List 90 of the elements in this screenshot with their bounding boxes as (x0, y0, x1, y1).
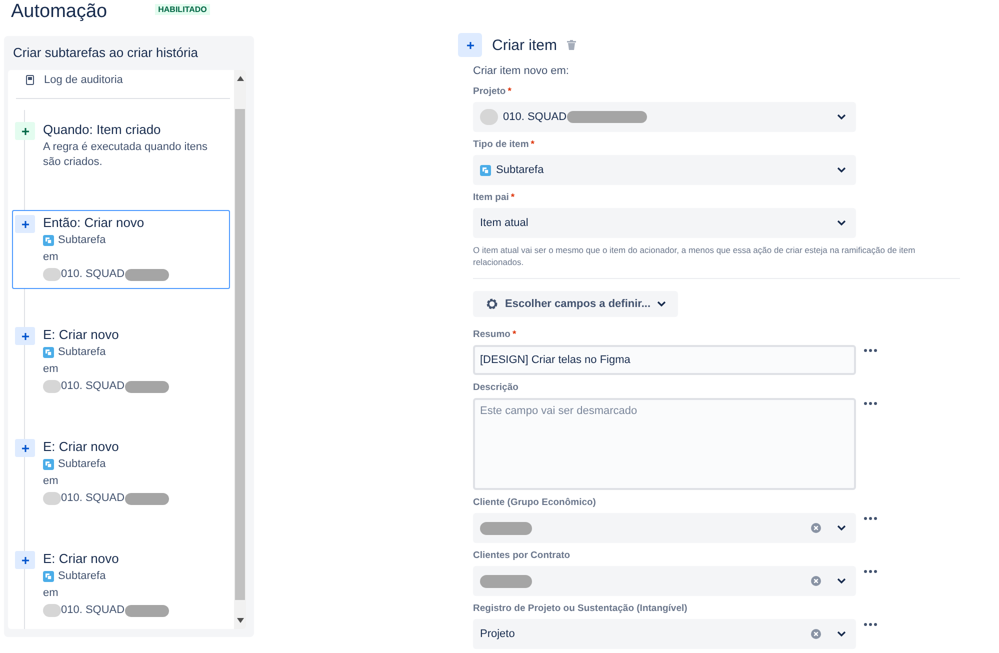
chevron-down-icon (837, 220, 846, 226)
field-label: Projeto * (473, 86, 512, 97)
field-label: Cliente (Grupo Econômico) (473, 497, 597, 508)
audit-log-link[interactable]: Log de auditoria (44, 74, 123, 86)
help-text: O item atual vai ser o mesmo que o item do acionador, a menos que essa ação de criar esteja na ramificação de item relacionados. (473, 244, 916, 268)
step-title: Quando: Item criado (43, 122, 162, 138)
project-name: 010. SQUAD (61, 267, 125, 282)
field-label: Registro de Projeto ou Sustentação (Intangível) (473, 603, 688, 614)
redaction-mark (124, 604, 169, 616)
step-title: E: Criar novo (43, 551, 120, 567)
step-preposition: em (43, 474, 60, 489)
redaction-mark (124, 380, 169, 392)
plus-icon (15, 327, 35, 345)
field-label: Descrição (473, 382, 520, 393)
field-label: Clientes por Contrato (473, 550, 572, 561)
select-value: Projeto (480, 628, 515, 640)
settings-icon (485, 297, 499, 311)
description-input[interactable]: Este campo vai ser desmarcado (473, 398, 856, 490)
subtask-icon (480, 164, 491, 176)
field-label: Resumo * (473, 329, 518, 340)
status-lozenge: HABILITADO (155, 4, 210, 15)
form-title: Criar item (492, 36, 558, 54)
form-subtitle: Criar item novo em: (473, 65, 570, 77)
issue-type: Subtarefa (58, 345, 106, 360)
clear-icon[interactable] (811, 629, 821, 639)
avatar-placeholder (480, 109, 498, 125)
summary-input[interactable]: [DESIGN] Criar telas no Figma (473, 345, 856, 375)
select-value: Subtarefa (496, 164, 544, 176)
chevron-down-icon (837, 525, 846, 531)
scroll-up-icon[interactable] (236, 76, 244, 81)
chevron-down-icon (656, 301, 666, 307)
rule-step[interactable]: E: Criar novo Subtarefa em 010. SQUAD (12, 434, 230, 513)
required-asterisk: * (512, 329, 516, 340)
issue-type: Subtarefa (58, 457, 106, 472)
clear-icon[interactable] (811, 523, 821, 533)
project-name: 010. SQUAD (61, 379, 125, 394)
step-preposition: em (43, 586, 60, 601)
chevron-down-icon (837, 114, 846, 120)
redaction-mark (124, 492, 169, 504)
plus-icon (15, 551, 35, 569)
project-select[interactable]: 010. SQUAD (473, 102, 856, 132)
parent-select[interactable]: Item atual (473, 208, 856, 238)
clear-icon[interactable] (811, 576, 821, 586)
issue-type: Subtarefa (58, 569, 106, 584)
select-value: 010. SQUAD (503, 111, 567, 123)
rule-step[interactable]: Quando: Item criado A regra é executada quando itens são criados. (12, 117, 230, 177)
required-asterisk: * (508, 86, 512, 97)
select-value: Item atual (480, 217, 528, 229)
avatar-placeholder (43, 268, 61, 281)
field-label: Item pai * (473, 192, 516, 203)
subtask-icon (43, 571, 54, 582)
page-title: Automação (11, 2, 108, 22)
add-icon[interactable] (458, 33, 482, 57)
redaction-mark (124, 268, 169, 280)
required-asterisk: * (530, 139, 534, 150)
plus-icon (15, 215, 35, 233)
step-title: Então: Criar novo (43, 215, 146, 231)
redaction-mark (480, 522, 532, 534)
subtask-icon (43, 347, 54, 358)
project-name: 010. SQUAD (61, 603, 125, 618)
step-preposition: em (43, 362, 60, 377)
plus-icon (15, 439, 35, 457)
required-asterisk: * (510, 192, 515, 203)
issue-type: Subtarefa (58, 233, 106, 248)
avatar-placeholder (43, 380, 61, 393)
step-preposition: em (43, 250, 60, 265)
choose-fields-button[interactable]: Escolher campos a definir... (473, 291, 678, 317)
rule-step[interactable]: E: Criar novo Subtarefa em 010. SQUAD (12, 546, 230, 625)
avatar-placeholder (43, 492, 61, 505)
field-label: Tipo de item * (473, 139, 536, 150)
chevron-down-icon (837, 631, 846, 637)
document-icon (26, 75, 34, 85)
subtask-icon (43, 459, 54, 470)
rule-step[interactable]: E: Criar novo Subtarefa em 010. SQUAD (12, 322, 230, 401)
plus-icon (15, 122, 35, 140)
rule-name: Criar subtarefas ao criar história (12, 44, 199, 62)
scroll-down-icon[interactable] (236, 618, 244, 623)
rule-step[interactable]: Então: Criar novo Subtarefa em 010. SQUAD (12, 210, 230, 289)
chevron-down-icon (837, 578, 846, 584)
scrollbar[interactable] (234, 70, 246, 629)
project-name: 010. SQUAD (61, 491, 125, 506)
step-title: E: Criar novo (43, 439, 120, 455)
step-title: E: Criar novo (43, 327, 120, 343)
chevron-down-icon (837, 167, 846, 173)
clearable-select[interactable]: Projeto (473, 619, 856, 649)
avatar-placeholder (43, 604, 61, 617)
redaction-mark (480, 574, 532, 588)
subtask-icon (43, 235, 54, 246)
step-description: A regra é executada quando itens são criados. (43, 140, 209, 170)
issue-type-select[interactable]: Subtarefa (473, 155, 856, 185)
